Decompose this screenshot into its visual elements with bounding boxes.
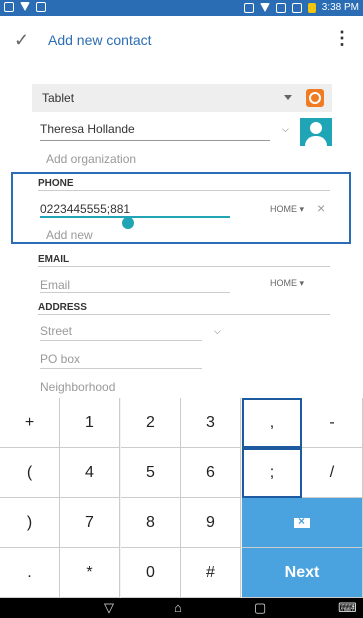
recent-apps-icon[interactable]: ▢ [254, 600, 266, 616]
key-9[interactable]: 9 [181, 498, 241, 548]
neighborhood-field[interactable]: Neighborhood [40, 380, 115, 394]
email-type-selector[interactable]: HOME ▾ [270, 278, 304, 289]
pobox-underline [40, 368, 202, 369]
screen-icon [4, 2, 14, 12]
street-expand-icon[interactable]: ⌵ [214, 326, 221, 337]
avatar[interactable] [300, 118, 332, 146]
remove-phone-icon[interactable]: × [317, 200, 325, 216]
keyboard-icon[interactable]: ⌨ [338, 600, 357, 616]
battery-icon [307, 2, 316, 13]
home-indicator-icon [36, 2, 46, 12]
sim-icon [275, 2, 286, 13]
key-open-paren[interactable]: ( [0, 448, 60, 498]
page-title: Add new contact [48, 32, 152, 48]
key-1[interactable]: 1 [60, 398, 120, 448]
account-icon [306, 89, 324, 107]
phone-type-selector[interactable]: HOME ▾ [270, 204, 304, 215]
key-3[interactable]: 3 [181, 398, 241, 448]
address-label: ADDRESS [38, 302, 87, 313]
phone-input[interactable]: 0223445555;881 [40, 202, 130, 216]
key-comma[interactable]: , [242, 398, 302, 448]
key-5[interactable]: 5 [121, 448, 181, 498]
signal-icon [291, 2, 302, 13]
email-divider [38, 266, 330, 267]
phone-divider [38, 190, 330, 191]
status-time: 3:38 PM [321, 2, 359, 13]
more-options-icon[interactable]: ⋮ [333, 28, 351, 49]
add-new-phone[interactable]: Add new [46, 228, 93, 242]
key-period[interactable]: . [0, 548, 60, 598]
key-8[interactable]: 8 [121, 498, 181, 548]
name-field[interactable]: Theresa Hollande [40, 122, 135, 136]
email-underline [40, 292, 230, 293]
key-2[interactable]: 2 [121, 398, 181, 448]
key-asterisk[interactable]: * [60, 548, 120, 598]
wifi-icon [259, 3, 270, 12]
data-icon [243, 2, 254, 13]
notification-icon [20, 2, 30, 11]
account-selector[interactable]: Tablet [32, 84, 332, 112]
key-4[interactable]: 4 [60, 448, 120, 498]
email-label: EMAIL [38, 254, 70, 265]
chevron-down-icon[interactable]: ⌵ [282, 124, 289, 135]
backspace-key[interactable] [242, 498, 363, 548]
check-icon[interactable]: ✓ [14, 30, 29, 51]
street-field[interactable]: Street [40, 324, 72, 338]
key-7[interactable]: 7 [60, 498, 120, 548]
key-6[interactable]: 6 [181, 448, 241, 498]
email-field[interactable]: Email [40, 278, 70, 292]
home-icon[interactable]: ⌂ [174, 600, 182, 615]
back-icon[interactable]: ▽ [104, 600, 114, 616]
key-slash[interactable]: / [302, 448, 363, 498]
account-type: Tablet [42, 91, 75, 105]
key-semicolon[interactable]: ; [242, 448, 302, 498]
navigation-bar: ▽ ⌂ ▢ ⌨ [0, 598, 363, 618]
next-key[interactable]: Next [242, 548, 363, 598]
pobox-field[interactable]: PO box [40, 352, 80, 366]
phone-underline [40, 216, 230, 218]
cursor-handle[interactable] [122, 217, 134, 229]
key-0[interactable]: 0 [121, 548, 181, 598]
key-minus[interactable]: - [302, 398, 363, 448]
phone-label: PHONE [38, 178, 74, 189]
key-close-paren[interactable]: ) [0, 498, 60, 548]
name-underline [40, 140, 270, 141]
key-hash[interactable]: # [181, 548, 241, 598]
dropdown-arrow-icon [284, 95, 292, 100]
backspace-icon [294, 514, 310, 528]
street-underline [40, 340, 202, 341]
status-bar: 3:38 PM [0, 0, 363, 16]
address-divider [38, 314, 330, 315]
organization-field[interactable]: Add organization [46, 152, 136, 166]
key-plus[interactable]: + [0, 398, 60, 448]
app-bar: ✓ Add new contact ⋮ [0, 16, 363, 64]
